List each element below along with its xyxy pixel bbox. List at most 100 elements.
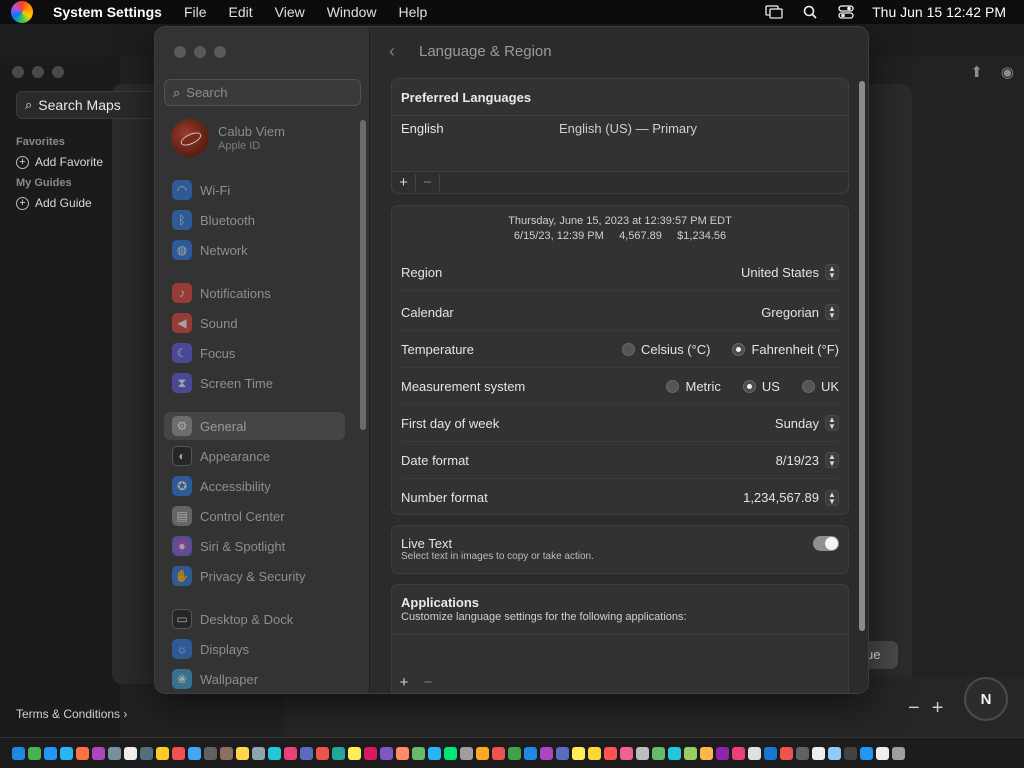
dock-app-icon[interactable] [524,746,537,760]
dock-app-icon[interactable] [860,746,873,760]
dock-app-icon[interactable] [348,746,361,760]
dock-app-icon[interactable] [444,746,457,760]
dock-app-icon[interactable] [492,746,505,760]
sidebar-item-notifications[interactable]: ♪ Notifications [164,279,345,307]
dock-app-icon[interactable] [204,746,217,760]
dock-app-icon[interactable] [172,746,185,760]
dock-app-icon[interactable] [252,746,265,760]
number-format-popup[interactable]: 1,234,567.89 ▲ ▼ [743,489,839,506]
remove-application-button[interactable]: − [416,674,440,691]
sidebar-item-privacy-security[interactable]: ✋ Privacy & Security [164,562,345,590]
dock-app-icon[interactable] [700,746,713,760]
add-favorite-link[interactable]: + Add Favorite [16,155,103,169]
dock-app-icon[interactable] [796,746,809,760]
dock-app-icon[interactable] [220,746,233,760]
sidebar-item-bluetooth[interactable]: ᛒ Bluetooth [164,206,345,234]
region-popup[interactable]: United States ▲ ▼ [741,264,839,280]
dock-app-icon[interactable] [716,746,729,760]
dock-app-icon[interactable] [508,746,521,760]
content-scrollbar[interactable] [859,81,865,631]
dock-app-icon[interactable] [332,746,345,760]
dock-app-icon[interactable] [460,746,473,760]
dock-app-icon[interactable] [652,746,665,760]
dock-app-icon[interactable] [428,746,441,760]
share-icon[interactable]: ⬆ [970,63,983,81]
fahrenheit-radio[interactable]: Fahrenheit (°F) [732,342,839,357]
app-name-menu[interactable]: System Settings [53,4,162,20]
zoom-out-button[interactable]: − [908,697,920,720]
add-guide-link[interactable]: + Add Guide [16,196,92,210]
dock-app-icon[interactable] [140,746,153,760]
dock-app-icon[interactable] [556,746,569,760]
dock-app-icon[interactable] [892,746,905,760]
account-icon[interactable]: ◉ [1001,63,1014,81]
close-button[interactable] [174,46,186,58]
screen-mirroring-icon[interactable] [764,4,784,20]
dock-app-icon[interactable] [604,746,617,760]
add-application-button[interactable]: + [392,674,416,691]
dock-app-icon[interactable] [540,746,553,760]
dock-app-icon[interactable] [268,746,281,760]
dock-app-icon[interactable] [44,746,57,760]
dock-app-icon[interactable] [300,746,313,760]
dock-app-icon[interactable] [76,746,89,760]
menu-edit[interactable]: Edit [229,4,253,20]
sidebar-item-appearance[interactable]: ◐ Appearance [164,442,345,470]
sidebar-item-general[interactable]: ⚙ General [164,412,345,440]
sidebar-search-field[interactable]: ⌕ [164,79,361,106]
dock-app-icon[interactable] [572,746,585,760]
sidebar-item-accessibility[interactable]: ✪ Accessibility [164,472,345,500]
sidebar-item-control-center[interactable]: ▤ Control Center [164,502,345,530]
compass-icon[interactable]: N [964,677,1008,721]
calendar-popup[interactable]: Gregorian ▲ ▼ [761,304,839,320]
menu-file[interactable]: File [184,4,207,20]
dock-app-icon[interactable] [156,746,169,760]
sidebar-item-screen-time[interactable]: ⧗ Screen Time [164,369,345,397]
dock-app-icon[interactable] [60,746,73,760]
dock-app-icon[interactable] [668,746,681,760]
dock-app-icon[interactable] [28,746,41,760]
remove-language-button[interactable]: − [416,174,440,191]
maps-search-field[interactable]: ⌕ Search Maps [16,91,156,119]
sidebar-scrollbar[interactable] [360,120,366,430]
menu-view[interactable]: View [275,4,305,20]
menu-help[interactable]: Help [399,4,428,20]
sidebar-item-sound[interactable]: ◀ Sound [164,309,345,337]
first-day-popup[interactable]: Sunday ▲ ▼ [775,415,839,431]
control-center-icon[interactable] [836,4,856,20]
celsius-radio[interactable]: Celsius (°C) [621,342,710,357]
zoom-button[interactable] [214,46,226,58]
dock-app-icon[interactable] [92,746,105,760]
metric-radio[interactable]: Metric [666,379,721,394]
dock-app-icon[interactable] [124,746,137,760]
dock-app-icon[interactable] [732,746,745,760]
sidebar-item-wallpaper[interactable]: ❀ Wallpaper [164,665,345,693]
dock-app-icon[interactable] [284,746,297,760]
dock-app-icon[interactable] [764,746,777,760]
dock-app-icon[interactable] [396,746,409,760]
search-input[interactable] [186,85,347,100]
dock-app-icon[interactable] [188,746,201,760]
sidebar-item-desktop-dock[interactable]: ▭ Desktop & Dock [164,605,345,633]
dock-app-icon[interactable] [364,746,377,760]
date-format-popup[interactable]: 8/19/23 ▲ ▼ [776,452,839,468]
dock-app-icon[interactable] [236,746,249,760]
dock-app-icon[interactable] [780,746,793,760]
add-language-button[interactable]: + [392,174,416,191]
minimize-button[interactable] [194,46,206,58]
sidebar-item-focus[interactable]: ☾ Focus [164,339,345,367]
dock-app-icon[interactable] [316,746,329,760]
spotlight-search-icon[interactable] [800,4,820,20]
dock-app-icon[interactable] [380,746,393,760]
sidebar-item-siri-spotlight[interactable]: ● Siri & Spotlight [164,532,345,560]
dock-app-icon[interactable] [684,746,697,760]
live-text-toggle[interactable] [813,536,839,551]
sidebar-item-displays[interactable]: ☼ Displays [164,635,345,663]
apple-id-account[interactable]: Calub Viem Apple ID [171,119,285,157]
dock-app-icon[interactable] [588,746,601,760]
dock-app-icon[interactable] [620,746,633,760]
us-radio[interactable]: US [742,379,780,394]
language-name[interactable]: English [401,121,444,136]
apple-menu-icon[interactable] [11,1,33,23]
terms-link[interactable]: Terms & Conditions › [16,707,127,721]
